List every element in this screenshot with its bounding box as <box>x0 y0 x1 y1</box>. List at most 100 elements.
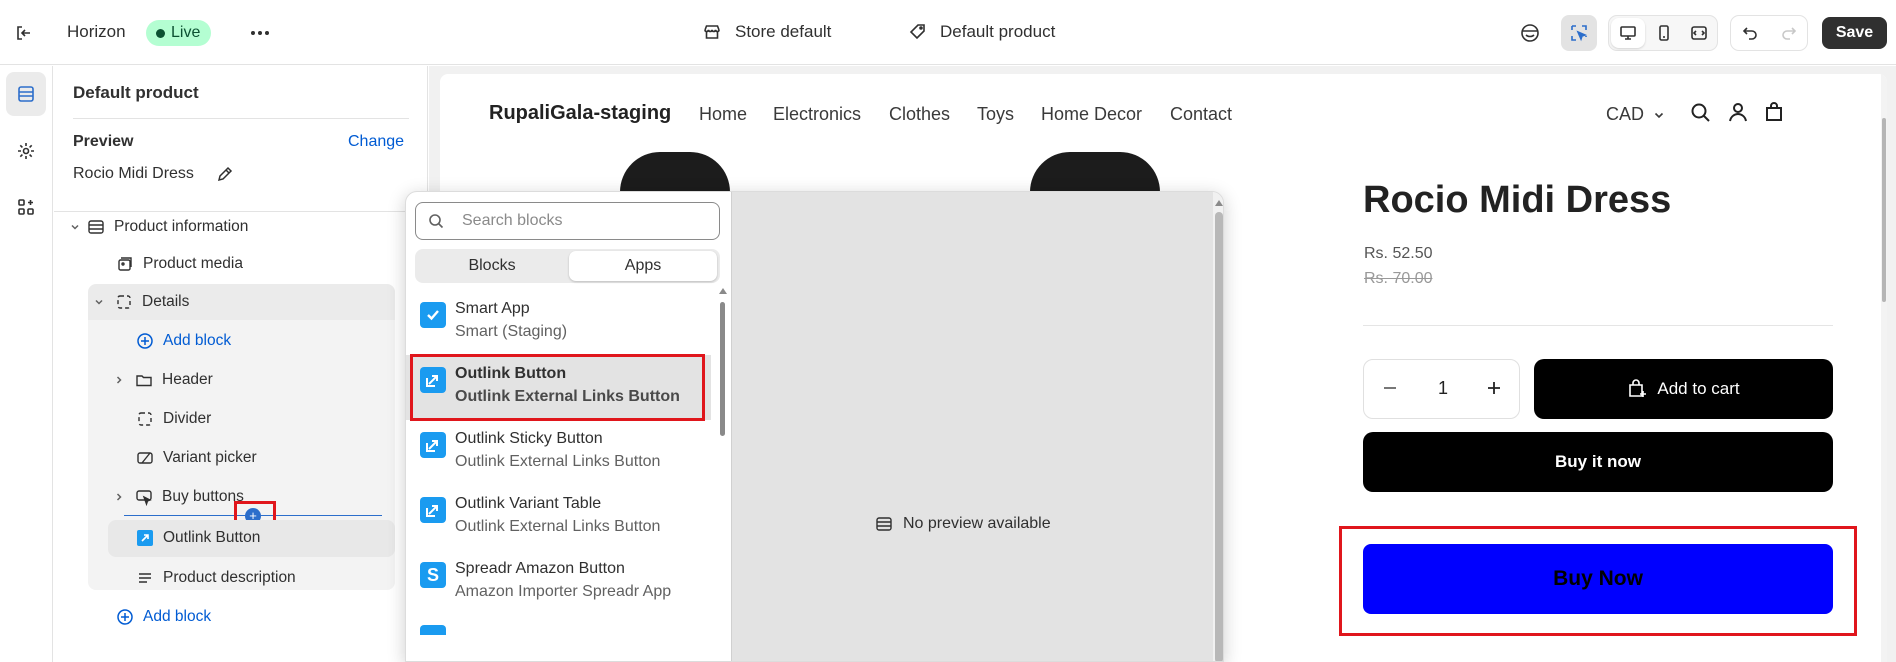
redo-icon[interactable] <box>1772 18 1806 48</box>
nav-electronics[interactable]: Electronics <box>773 104 861 125</box>
preview-label: Preview <box>73 133 134 150</box>
quantity-input[interactable]: 1 <box>1428 378 1458 399</box>
checkbox-icon <box>420 302 446 328</box>
plus-icon[interactable] <box>1484 378 1504 398</box>
variant-picker-icon <box>135 448 155 468</box>
no-preview-message: No preview available <box>875 515 1051 533</box>
currency-selector[interactable]: CAD <box>1606 104 1665 125</box>
preview-product: Rocio Midi Dress <box>73 165 194 182</box>
tree-item-variant-picker[interactable]: Variant picker <box>135 440 257 476</box>
sidebar-title: Default product <box>73 83 199 102</box>
tree-item-details[interactable]: Details <box>92 284 189 320</box>
nav-clothes[interactable]: Clothes <box>889 104 950 125</box>
desktop-view-icon[interactable] <box>1611 18 1645 48</box>
chevron-down-icon <box>92 292 106 312</box>
group-icon <box>114 292 134 312</box>
section-icon <box>876 517 892 531</box>
add-block-outer[interactable]: Add block <box>115 599 211 635</box>
plus-circle-icon <box>135 331 155 351</box>
add-block-inner[interactable]: Add block <box>135 323 231 359</box>
search-placeholder: Search blocks <box>462 212 563 229</box>
picker-item-spreadr-amazon-button[interactable]: S Spreadr Amazon Button Amazon Importer … <box>406 550 726 615</box>
tree-item-product-media[interactable]: Product media <box>115 246 243 282</box>
tab-blocks[interactable]: Blocks <box>418 252 566 280</box>
section-icon <box>86 217 106 237</box>
pencil-icon[interactable] <box>216 165 234 183</box>
nav-home-decor[interactable]: Home Decor <box>1041 104 1142 125</box>
undo-icon[interactable] <box>1733 18 1767 48</box>
plus-circle-icon <box>115 607 135 627</box>
group-icon <box>135 409 155 429</box>
tag-icon <box>906 20 930 44</box>
tab-apps[interactable]: Apps <box>569 251 717 281</box>
outlink-icon <box>420 497 446 523</box>
highlight-box-buy-now <box>1339 526 1857 636</box>
change-link[interactable]: Change <box>348 133 404 151</box>
search-input[interactable] <box>415 202 720 240</box>
minus-icon[interactable] <box>1380 378 1400 398</box>
tree-item-header[interactable]: Header <box>112 362 213 398</box>
add-to-cart-button[interactable]: Add to cart <box>1534 359 1833 419</box>
cart-icon[interactable] <box>1763 101 1785 123</box>
nav-home[interactable]: Home <box>699 104 747 125</box>
store-logo[interactable]: RupaliGala-staging <box>489 102 671 125</box>
block-preview-pane <box>731 192 1213 661</box>
tree-item-outlink-button[interactable]: Outlink Button <box>135 520 260 556</box>
picker-item-smart-app[interactable]: Smart App Smart (Staging) <box>406 290 726 355</box>
tree-item-product-information[interactable]: Product information <box>68 209 248 245</box>
search-icon <box>428 213 444 229</box>
chevron-right-icon <box>112 487 126 507</box>
top-bar: Horizon Live Store default Default produ… <box>0 0 1896 65</box>
folder-icon <box>134 370 154 390</box>
scroll-up-arrow-icon[interactable] <box>1215 200 1223 206</box>
save-button[interactable]: Save <box>1822 17 1887 49</box>
tree-item-product-description[interactable]: Product description <box>135 560 296 596</box>
divider <box>1363 325 1833 326</box>
preview-pane-scrollbar-thumb[interactable] <box>1215 212 1223 661</box>
compare-price: Rs. 70.00 <box>1364 270 1433 287</box>
preview-scrollbar-thumb[interactable] <box>1882 118 1886 302</box>
block-picker-popover: Search blocks Blocks Apps Smart App Smar… <box>405 191 1224 662</box>
exit-icon[interactable] <box>8 17 40 49</box>
tree-item-buy-buttons[interactable]: Buy buttons <box>112 479 244 515</box>
inspector-toggle-icon[interactable] <box>1561 15 1597 51</box>
tree-item-divider[interactable]: Divider <box>135 401 211 437</box>
chevron-right-icon <box>112 370 126 390</box>
ai-sidekick-icon[interactable] <box>1514 17 1546 49</box>
media-icon <box>115 254 135 274</box>
product-price: Rs. 52.50 <box>1364 245 1433 262</box>
outlink-icon <box>420 432 446 458</box>
product-title: Rocio Midi Dress <box>1363 179 1672 221</box>
divider <box>73 118 409 119</box>
picker-item-outlink-variant-table[interactable]: Outlink Variant Table Outlink External L… <box>406 485 726 550</box>
spreadr-icon: S <box>420 562 446 588</box>
sidebar: Default product Preview Change Rocio Mid… <box>54 66 428 662</box>
buy-it-now-button[interactable]: Buy it now <box>1363 432 1833 492</box>
picker-item-partial-icon <box>420 625 446 635</box>
account-icon[interactable] <box>1727 101 1749 123</box>
scroll-up-arrow-icon[interactable] <box>719 288 727 294</box>
cursor-click-icon <box>134 487 154 507</box>
more-actions-icon[interactable] <box>244 17 276 49</box>
picker-item-outlink-sticky-button[interactable]: Outlink Sticky Button Outlink External L… <box>406 420 726 485</box>
highlight-box-outlink <box>410 354 705 421</box>
nav-toys[interactable]: Toys <box>977 104 1014 125</box>
text-lines-icon <box>135 568 155 588</box>
theme-settings-icon[interactable] <box>6 129 46 173</box>
search-icon[interactable] <box>1690 102 1712 124</box>
theme-name: Horizon <box>67 22 126 41</box>
mobile-view-icon[interactable] <box>1648 18 1680 48</box>
nav-contact[interactable]: Contact <box>1170 104 1232 125</box>
left-rail <box>0 66 53 662</box>
sections-icon[interactable] <box>6 72 46 116</box>
store-context-selector[interactable]: Store default <box>735 22 831 42</box>
status-badge: Live <box>146 20 212 46</box>
template-selector[interactable]: Default product <box>940 22 1055 42</box>
picker-list-scrollbar-thumb[interactable] <box>720 302 725 436</box>
live-dot-icon <box>156 28 165 38</box>
fullscreen-icon[interactable] <box>1683 18 1715 48</box>
apps-icon[interactable] <box>6 185 46 229</box>
outlink-app-icon <box>135 528 155 548</box>
store-icon <box>700 20 724 44</box>
chevron-down-icon <box>68 217 82 237</box>
